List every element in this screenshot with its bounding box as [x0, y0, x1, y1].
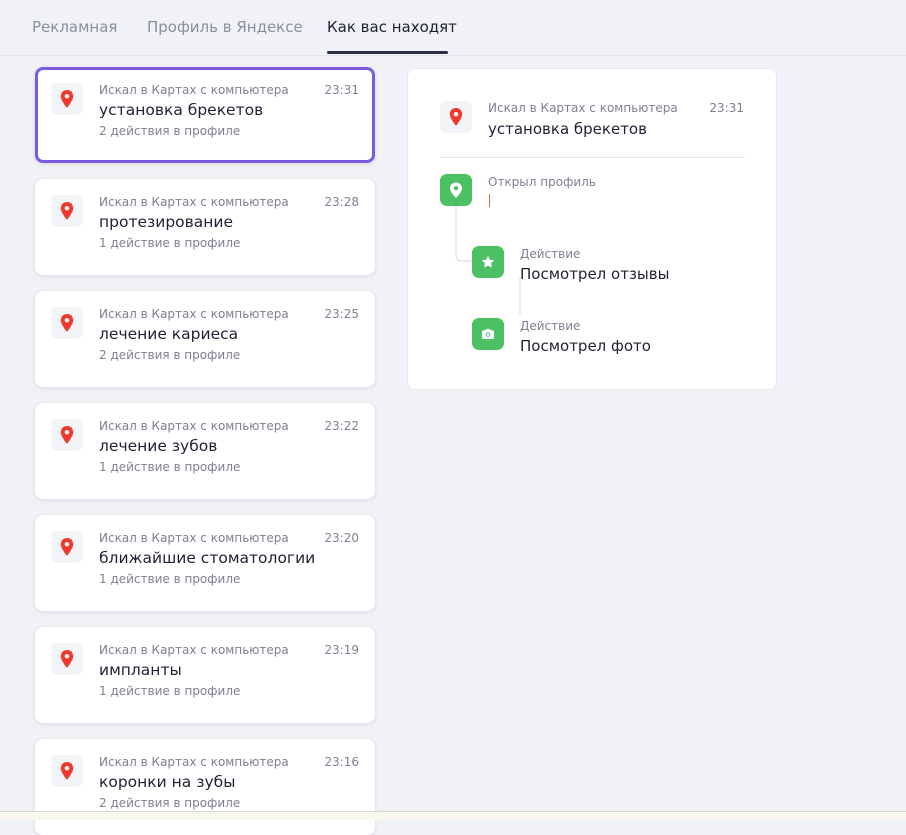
item-query: импланты	[99, 661, 182, 679]
list-item[interactable]: Искал в Картах с компьютера 23:25 лечени…	[35, 291, 375, 387]
tab-advertising[interactable]: Рекламная	[32, 18, 117, 36]
item-query: ближайшие стоматологии	[99, 549, 316, 567]
camera-icon	[472, 318, 504, 350]
item-time: 23:25	[324, 307, 359, 321]
detail-query: установка брекетов	[488, 120, 647, 138]
item-actions-count: 2 действия в профиле	[99, 348, 241, 362]
item-actions-count: 1 действие в профиле	[99, 236, 241, 250]
list-item[interactable]: Искал в Картах с компьютера 23:16 коронк…	[35, 739, 375, 835]
item-actions-count: 1 действие в профиле	[99, 684, 241, 698]
active-tab-indicator	[327, 51, 448, 54]
item-query: коронки на зубы	[99, 773, 236, 791]
map-pin-icon	[51, 195, 83, 227]
map-pin-icon	[440, 174, 472, 206]
item-time: 23:22	[324, 419, 359, 433]
map-pin-icon	[51, 419, 83, 451]
step-value: Посмотрел фото	[520, 337, 651, 355]
item-query: лечение кариеса	[99, 325, 239, 343]
step-label: Открыл профиль	[488, 175, 596, 189]
map-pin-icon	[51, 643, 83, 675]
item-time: 23:31	[324, 83, 359, 97]
item-source: Искал в Картах с компьютера	[99, 419, 289, 433]
step-label: Действие	[520, 319, 581, 333]
window-bottom-edge	[0, 811, 906, 820]
detail-source: Искал в Картах с компьютера	[488, 101, 678, 115]
item-query: лечение зубов	[99, 437, 218, 455]
list-item[interactable]: Искал в Картах с компьютера 23:31 устано…	[35, 67, 375, 163]
tab-yandex-profile[interactable]: Профиль в Яндексе	[147, 18, 303, 36]
item-actions-count: 2 действия в профиле	[99, 124, 241, 138]
item-source: Искал в Картах с компьютера	[99, 531, 289, 545]
map-pin-icon	[51, 307, 83, 339]
item-query: установка брекетов	[99, 101, 264, 119]
list-item[interactable]: Искал в Картах с компьютера 23:19 имплан…	[35, 627, 375, 723]
list-item[interactable]: Искал в Картах с компьютера 23:20 ближай…	[35, 515, 375, 611]
item-source: Искал в Картах с компьютера	[99, 307, 289, 321]
text-cursor	[489, 194, 490, 207]
list-item[interactable]: Искал в Картах с компьютера 23:22 лечени…	[35, 403, 375, 499]
item-time: 23:16	[324, 755, 359, 769]
detail-divider	[440, 157, 745, 158]
item-source: Искал в Картах с компьютера	[99, 755, 289, 769]
step-value: Посмотрел отзывы	[520, 265, 670, 283]
item-source: Искал в Картах с компьютера	[99, 643, 289, 657]
tab-how-found[interactable]: Как вас находят	[327, 18, 457, 36]
step-label: Действие	[520, 247, 581, 261]
top-tabs-bar: Рекламная Профиль в Яндексе Как вас нахо…	[0, 0, 906, 56]
item-time: 23:28	[324, 195, 359, 209]
item-query: протезирование	[99, 213, 234, 231]
detail-time: 23:31	[709, 101, 744, 115]
item-time: 23:20	[324, 531, 359, 545]
map-pin-icon	[51, 531, 83, 563]
item-actions-count: 1 действие в профиле	[99, 572, 241, 586]
map-pin-icon	[51, 83, 83, 115]
star-icon	[472, 246, 504, 278]
query-detail-panel: Искал в Картах с компьютера 23:31 устано…	[407, 68, 777, 390]
map-pin-icon	[51, 755, 83, 787]
item-source: Искал в Картах с компьютера	[99, 83, 289, 97]
item-actions-count: 1 действие в профиле	[99, 460, 241, 474]
map-pin-icon	[440, 101, 472, 133]
item-time: 23:19	[324, 643, 359, 657]
item-actions-count: 2 действия в профиле	[99, 796, 241, 810]
list-item[interactable]: Искал в Картах с компьютера 23:28 протез…	[35, 179, 375, 275]
item-source: Искал в Картах с компьютера	[99, 195, 289, 209]
